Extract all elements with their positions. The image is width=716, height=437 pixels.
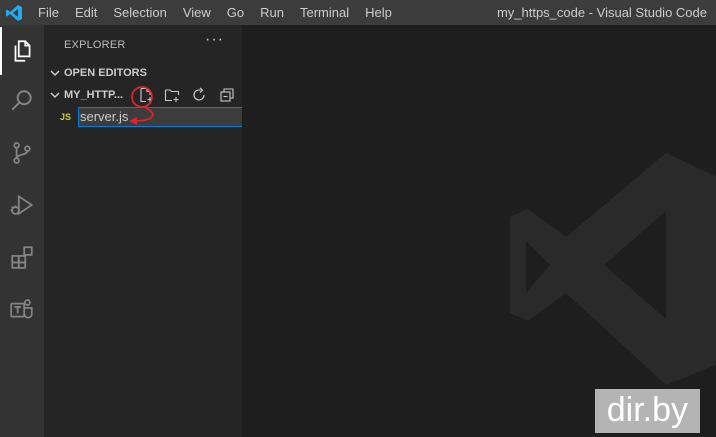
menu-help[interactable]: Help (357, 0, 400, 25)
extensions-icon (11, 246, 33, 269)
open-editors-label: OPEN EDITORS (64, 67, 147, 79)
new-file-icon[interactable] (138, 87, 154, 103)
source-control-icon (13, 142, 31, 164)
refresh-icon[interactable] (191, 87, 207, 103)
more-actions-button[interactable]: ··· (205, 31, 224, 49)
site-watermark: dir.by (594, 389, 700, 433)
sidebar-title: EXPLORER (64, 39, 126, 51)
collapse-all-icon[interactable] (219, 87, 235, 103)
menu-go[interactable]: Go (219, 0, 252, 25)
chevron-down-icon (50, 92, 60, 99)
search-icon (11, 90, 32, 111)
activity-bar (0, 25, 44, 437)
vscode-logo-icon (6, 5, 22, 21)
menu-terminal[interactable]: Terminal (292, 0, 357, 25)
editor-area: dir.by (242, 25, 716, 437)
menu-view[interactable]: View (175, 0, 219, 25)
files-icon (14, 40, 31, 62)
menu-edit[interactable]: Edit (67, 0, 105, 25)
extensions-activity[interactable] (0, 233, 44, 281)
js-file-icon: JS (60, 112, 72, 122)
run-debug-icon (10, 194, 34, 216)
teams-activity[interactable] (0, 285, 44, 333)
file-name-input[interactable]: server.js (78, 107, 244, 127)
folder-section[interactable]: MY_HTTP... (44, 84, 242, 106)
explorer-activity[interactable] (0, 27, 44, 75)
explorer-sidebar: EXPLORER ··· OPEN EDITORS MY_HTTP... JS … (44, 25, 244, 437)
menu-bar: File Edit Selection View Go Run Terminal… (30, 0, 400, 25)
run-debug-activity[interactable] (0, 181, 44, 229)
new-folder-icon[interactable] (164, 87, 180, 103)
chevron-down-icon (50, 70, 60, 77)
source-control-activity[interactable] (0, 129, 44, 177)
window-title: my_https_code - Visual Studio Code (496, 5, 707, 20)
search-activity[interactable] (0, 77, 44, 125)
folder-label: MY_HTTP... (64, 89, 124, 101)
title-bar: File Edit Selection View Go Run Terminal… (0, 0, 716, 25)
new-file-row[interactable]: JS server.js (44, 106, 244, 128)
vscode-watermark-icon (510, 153, 716, 385)
menu-selection[interactable]: Selection (105, 0, 174, 25)
teams-icon (10, 299, 33, 319)
open-editors-section[interactable]: OPEN EDITORS (44, 62, 242, 84)
menu-run[interactable]: Run (252, 0, 292, 25)
menu-file[interactable]: File (30, 0, 67, 25)
